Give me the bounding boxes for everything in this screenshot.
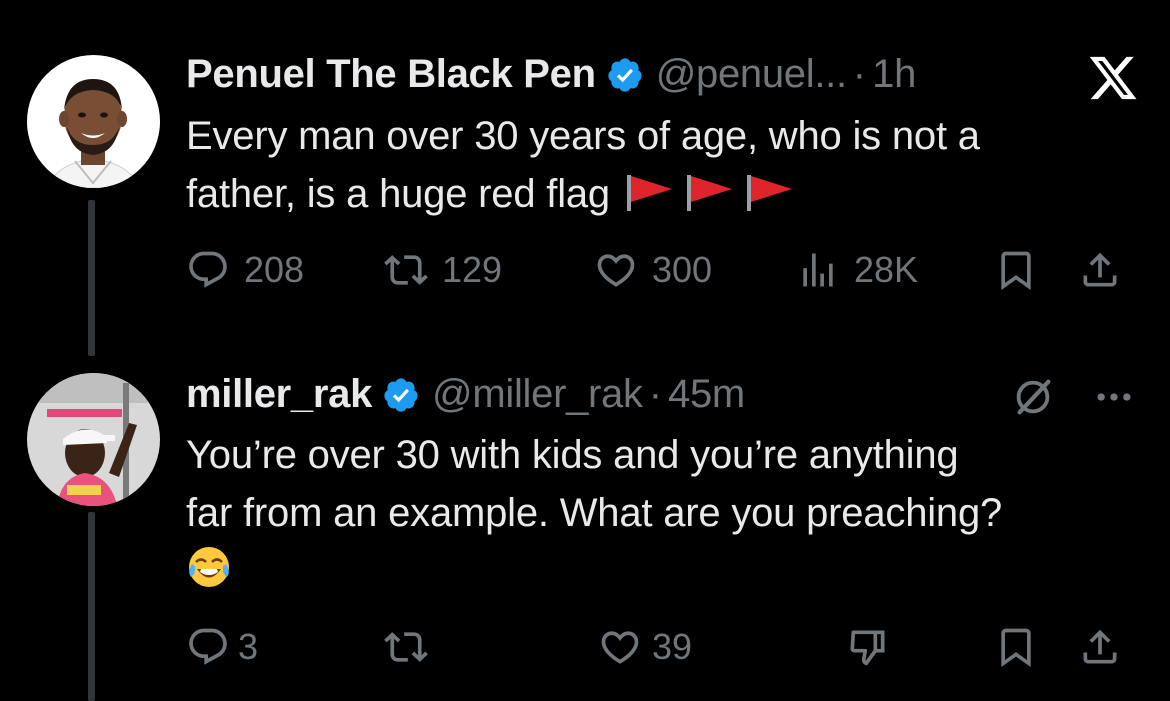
separator-dot: · — [852, 52, 867, 96]
tweet-text-line: far from an example. What are you preach… — [186, 491, 1003, 535]
tweet-header: miller_rak @miller_rak · 45m — [186, 372, 745, 417]
reply-icon — [189, 251, 227, 288]
verified-badge-icon[interactable] — [382, 376, 420, 414]
tweet-text-line-content: father, is a huge red flag — [186, 172, 610, 216]
avatar[interactable] — [27, 373, 160, 506]
repost-count: 129 — [442, 249, 503, 290]
tweet-actions: 3 39 — [186, 622, 1146, 672]
downvote-button[interactable] — [846, 622, 890, 672]
more-options-button[interactable] — [1092, 372, 1136, 422]
red-flag-emoji-icon — [626, 175, 672, 211]
red-flag-emoji-icon — [746, 175, 792, 211]
tweet-text-line: Every man over 30 years of age, who is n… — [186, 114, 980, 158]
heart-icon — [601, 631, 639, 664]
more-icon — [1097, 393, 1131, 401]
views-button[interactable]: 28K — [796, 245, 918, 295]
separator-dot: · — [648, 372, 663, 416]
views-count: 28K — [854, 249, 919, 290]
tweet-text: Every man over 30 years of age, who is n… — [186, 107, 1136, 223]
bookmark-button[interactable] — [994, 622, 1038, 672]
tweet-text: You’re over 30 with kids and you’re anyt… — [186, 426, 1146, 600]
bookmark-icon — [1001, 628, 1031, 668]
tweet-text-line: father, is a huge red flag — [186, 165, 1136, 223]
thumbs-down-icon — [850, 630, 885, 666]
reply-button[interactable]: 208 — [186, 245, 304, 295]
tweet[interactable]: Penuel The Black Pen @penuel... · 1h Eve… — [0, 0, 1170, 330]
share-button[interactable] — [1078, 245, 1122, 295]
user-handle[interactable]: @penuel... — [656, 52, 847, 97]
reply-count: 208 — [244, 249, 305, 290]
user-handle[interactable]: @miller_rak — [432, 372, 643, 417]
like-button[interactable]: 39 — [598, 622, 692, 672]
face-with-tears-of-joy-emoji-icon — [189, 547, 229, 587]
like-count: 39 — [652, 626, 693, 667]
repost-button[interactable] — [384, 622, 428, 672]
bookmark-button[interactable] — [994, 245, 1038, 295]
heart-icon — [597, 254, 635, 287]
views-chart-icon — [803, 253, 833, 287]
share-icon — [1083, 629, 1117, 664]
grok-icon — [1016, 379, 1051, 415]
tweet-text-line: You’re over 30 with kids and you’re anyt… — [186, 433, 959, 477]
share-button[interactable] — [1078, 622, 1122, 672]
tweet-actions: 208 129 300 28K — [186, 245, 1146, 295]
like-count: 300 — [652, 249, 713, 290]
repost-icon — [384, 255, 428, 285]
x-logo-icon — [1089, 56, 1137, 100]
share-icon — [1083, 252, 1117, 287]
verified-badge-icon[interactable] — [606, 56, 644, 94]
bookmark-icon — [1001, 251, 1031, 291]
reply-icon — [189, 628, 227, 665]
display-name[interactable]: Penuel The Black Pen — [186, 52, 596, 97]
display-name[interactable]: miller_rak — [186, 372, 372, 417]
avatar[interactable] — [27, 55, 160, 188]
timestamp[interactable]: 1h — [872, 52, 916, 97]
reply-button[interactable]: 3 — [186, 622, 258, 672]
repost-icon — [384, 632, 428, 662]
red-flag-emoji-icon — [686, 175, 732, 211]
reply-count: 3 — [238, 626, 259, 667]
repost-button[interactable]: 129 — [384, 245, 502, 295]
tweet[interactable]: miller_rak @miller_rak · 45m You’re over… — [0, 330, 1170, 701]
timestamp[interactable]: 45m — [668, 372, 745, 417]
grok-button[interactable] — [1010, 372, 1056, 422]
tweet-text-line — [186, 542, 1146, 600]
tweet-header: Penuel The Black Pen @penuel... · 1h — [186, 52, 916, 97]
like-button[interactable]: 300 — [594, 245, 712, 295]
